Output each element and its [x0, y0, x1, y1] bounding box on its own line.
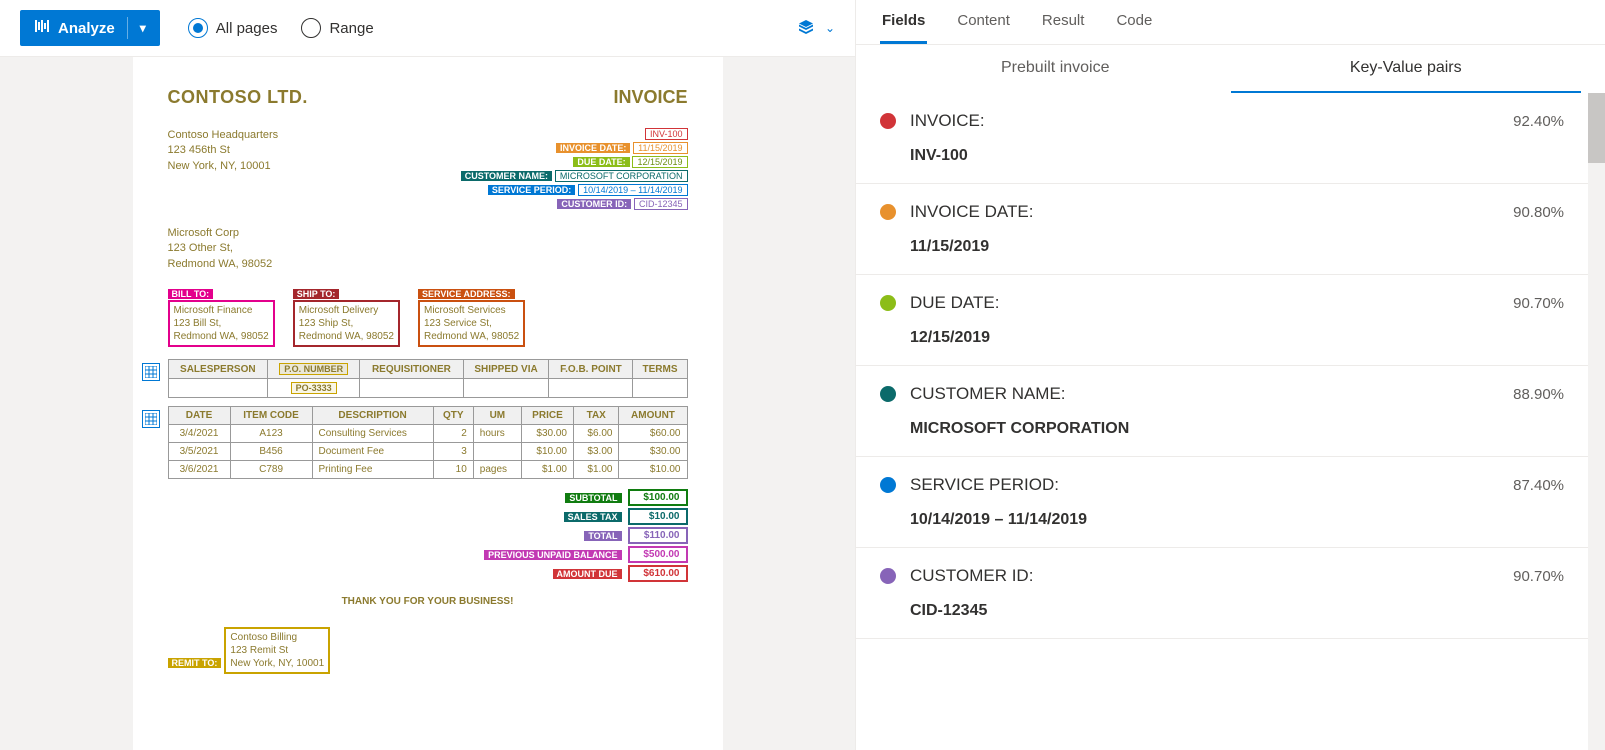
range-label: Range [329, 20, 373, 37]
field-item[interactable]: SERVICE PERIOD: 87.40% 10/14/2019 – 11/14/… [856, 457, 1588, 548]
field-value: 12/15/2019 [910, 329, 1564, 347]
field-color-dot [880, 386, 896, 402]
field-name: INVOICE DATE: [910, 202, 1499, 222]
ship-to-card: SHIP TO: Microsoft Delivery123 Ship St,R… [293, 288, 400, 347]
field-confidence: 90.70% [1513, 568, 1564, 585]
field-color-dot [880, 204, 896, 220]
thank-you-text: THANK YOU FOR YOUR BUSINESS! [168, 596, 688, 607]
all-pages-label: All pages [216, 20, 278, 37]
document-page: CONTOSO LTD. INVOICE Contoso Headquarter… [133, 57, 723, 750]
scrollbar[interactable] [1588, 93, 1605, 750]
document-viewport[interactable]: CONTOSO LTD. INVOICE Contoso Headquarter… [0, 57, 855, 750]
header-field-tags: INVOICE: INV-100 INVOICE DATE: 11/15/201… [461, 128, 688, 212]
result-tabs: Fields Content Result Code [856, 0, 1605, 45]
bill-to-card: BILL TO: Microsoft Finance123 Bill St,Re… [168, 288, 275, 347]
hq-address: Contoso Headquarters 123 456th St New Yo… [168, 128, 279, 212]
tab-content[interactable]: Content [955, 0, 1012, 44]
field-value: CID-12345 [910, 602, 1564, 620]
field-name: DUE DATE: [910, 293, 1499, 313]
chevron-down-icon: ▾ [140, 21, 146, 35]
radio-icon [301, 18, 321, 38]
field-value: INV-100 [910, 147, 1564, 165]
analyze-button[interactable]: Analyze ▾ [20, 10, 160, 46]
field-name: CUSTOMER ID: [910, 566, 1499, 586]
field-item[interactable]: CUSTOMER NAME: 88.90% MICROSOFT CORPORATIO… [856, 366, 1588, 457]
field-confidence: 92.40% [1513, 113, 1564, 130]
summary-block: SUBTOTAL$100.00 SALES TAX$10.00 TOTAL$11… [468, 489, 688, 582]
field-confidence: 90.70% [1513, 295, 1564, 312]
field-color-dot [880, 113, 896, 129]
table-icon[interactable] [142, 363, 160, 381]
field-item[interactable]: INVOICE: 92.40% INV-100 [856, 93, 1588, 184]
analyze-icon [34, 18, 50, 38]
toolbar: Analyze ▾ All pages Range ⌄ [0, 0, 855, 57]
tab-code[interactable]: Code [1114, 0, 1154, 44]
field-color-dot [880, 295, 896, 311]
field-name: INVOICE: [910, 111, 1499, 131]
field-name: SERVICE PERIOD: [910, 475, 1499, 495]
field-name: CUSTOMER NAME: [910, 384, 1499, 404]
button-divider [127, 17, 128, 39]
chevron-down-icon[interactable]: ⌄ [825, 21, 835, 35]
field-item[interactable]: CUSTOMER ID: 90.70% CID-12345 [856, 548, 1588, 639]
field-confidence: 90.80% [1513, 204, 1564, 221]
service-address-card: SERVICE ADDRESS: Microsoft Services123 S… [418, 288, 525, 347]
line-items-table: DATE ITEM CODE DESCRIPTION QTY UM PRICE … [168, 406, 688, 479]
range-radio[interactable]: Range [301, 18, 373, 38]
table-row: 3/5/2021B456Document Fee3$10.00$3.00$30.… [168, 443, 687, 461]
subtab-kvp[interactable]: Key-Value pairs [1231, 45, 1582, 93]
analyze-label: Analyze [58, 20, 115, 37]
field-color-dot [880, 477, 896, 493]
tab-result[interactable]: Result [1040, 0, 1087, 44]
meta-table: SALESPERSON P.O. NUMBER REQUISITIONER SH… [168, 359, 688, 398]
field-value: MICROSOFT CORPORATION [910, 420, 1564, 438]
table-icon[interactable] [142, 410, 160, 428]
fields-list[interactable]: INVOICE: 92.40% INV-100 INVOICE DATE: 90.80%… [856, 93, 1588, 750]
field-confidence: 88.90% [1513, 386, 1564, 403]
remit-to-card: REMIT TO: Contoso Billing123 Remit StNew… [168, 627, 688, 674]
field-color-dot [880, 568, 896, 584]
table-row: 3/4/2021A123Consulting Services2hours$30… [168, 425, 687, 443]
table-row: 3/6/2021C789Printing Fee10pages$1.00$1.0… [168, 461, 687, 479]
field-confidence: 87.40% [1513, 477, 1564, 494]
field-item[interactable]: INVOICE DATE: 90.80% 11/15/2019 [856, 184, 1588, 275]
company-name: CONTOSO LTD. [168, 87, 308, 108]
radio-icon [188, 18, 208, 38]
customer-address: Microsoft Corp 123 Other St, Redmond WA,… [168, 226, 688, 272]
all-pages-radio[interactable]: All pages [188, 18, 278, 38]
fields-subtabs: Prebuilt invoice Key-Value pairs [856, 45, 1605, 93]
subtab-prebuilt[interactable]: Prebuilt invoice [880, 45, 1231, 93]
field-value: 10/14/2019 – 11/14/2019 [910, 511, 1564, 529]
invoice-title: INVOICE [613, 87, 687, 108]
field-value: 11/15/2019 [910, 238, 1564, 256]
tab-fields[interactable]: Fields [880, 0, 927, 44]
layers-icon[interactable] [797, 18, 815, 39]
field-item[interactable]: DUE DATE: 90.70% 12/15/2019 [856, 275, 1588, 366]
